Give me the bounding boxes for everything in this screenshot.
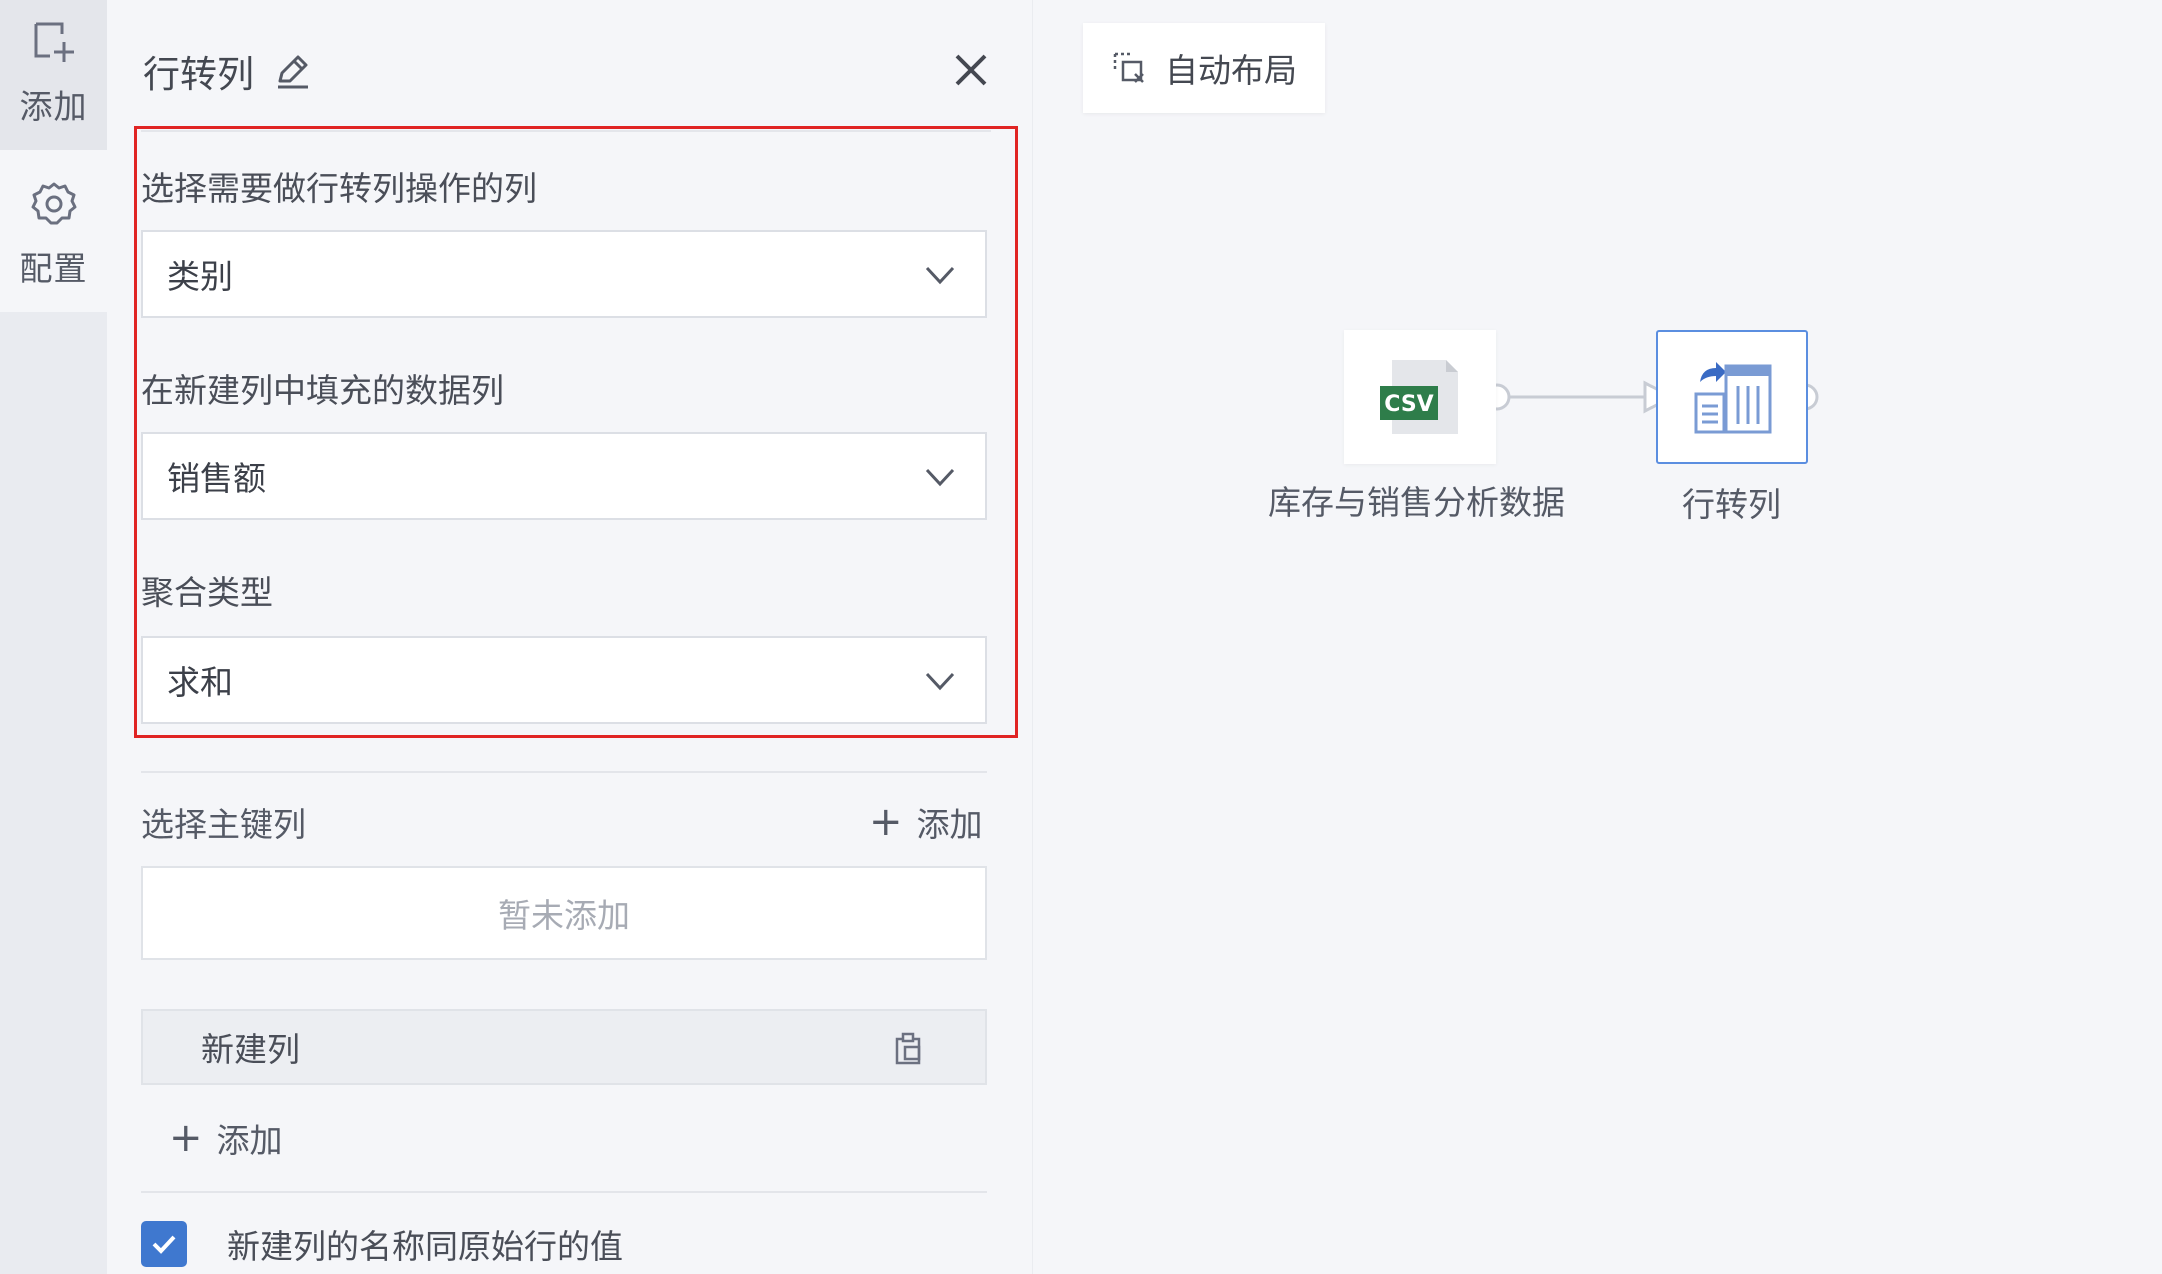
csv-file-icon: CSV	[1380, 360, 1458, 434]
row-to-column-icon	[1694, 362, 1772, 434]
edge-connector	[1483, 380, 1819, 414]
node-row-to-column[interactable]	[1656, 330, 1808, 464]
node-csv-label: 库存与销售分析数据	[1268, 483, 1565, 522]
csv-badge: CSV	[1384, 392, 1433, 417]
node-csv-source[interactable]: CSV	[1344, 330, 1496, 464]
node-row-to-column-label: 行转列	[1682, 485, 1781, 524]
